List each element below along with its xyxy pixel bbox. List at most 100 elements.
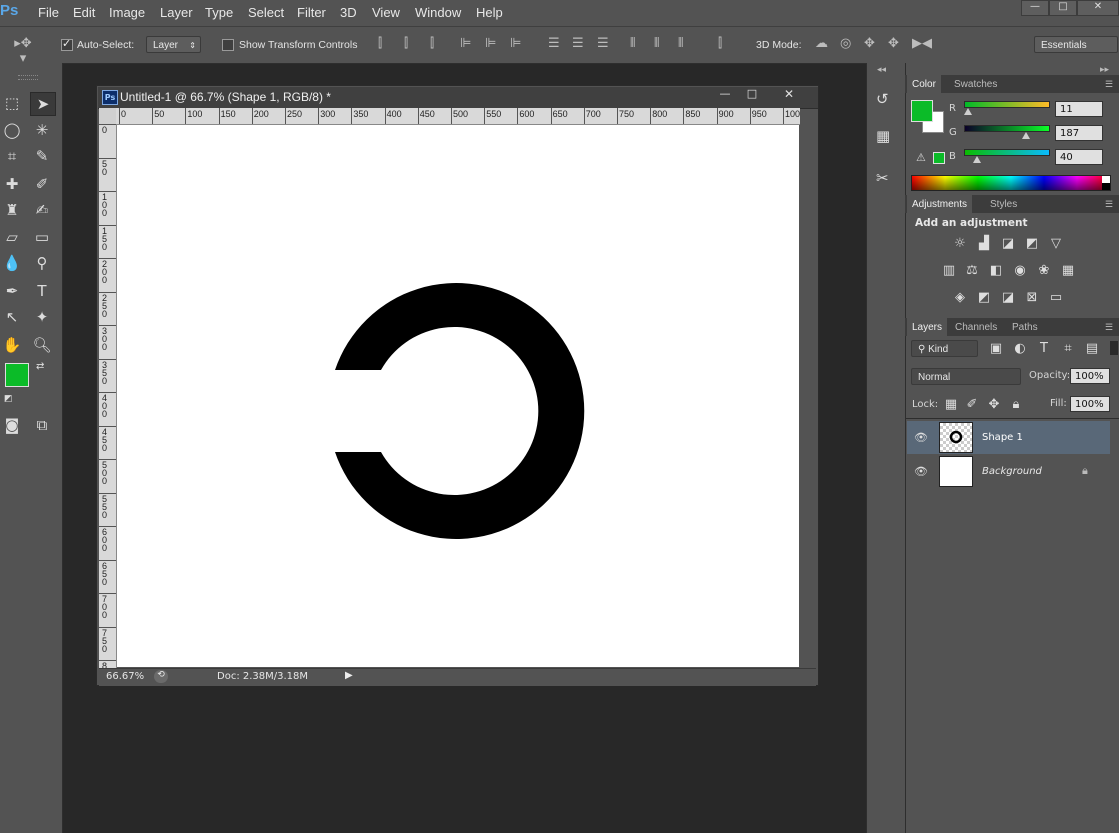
- swap-colors-icon[interactable]: ⇄: [36, 361, 44, 372]
- layer-filter-dropdown[interactable]: ⚲ Kind: [911, 340, 978, 357]
- filter-type-icon[interactable]: T: [1036, 342, 1052, 356]
- path-selection-tool-icon[interactable]: ↖: [0, 306, 24, 328]
- filter-adjustment-icon[interactable]: ◐: [1012, 342, 1028, 356]
- move-tool-icon[interactable]: ➤: [30, 92, 56, 116]
- menu-3d[interactable]: 3D: [340, 5, 357, 20]
- tab-paths[interactable]: Paths: [1007, 320, 1043, 335]
- quick-mask-icon[interactable]: ◙: [0, 414, 24, 436]
- type-tool-icon[interactable]: T: [30, 280, 54, 302]
- panel-foreground-swatch[interactable]: [911, 100, 933, 122]
- channel-g-input[interactable]: 187: [1055, 125, 1103, 141]
- menu-select[interactable]: Select: [248, 5, 284, 20]
- tools-grip[interactable]: [18, 75, 38, 80]
- eraser-tool-icon[interactable]: ▱: [0, 226, 24, 248]
- auto-select-target-dropdown[interactable]: Layer ⇕: [146, 36, 201, 53]
- lock-position-icon[interactable]: ✥: [986, 398, 1002, 412]
- lock-image-icon[interactable]: ✐: [964, 398, 980, 412]
- brush-tool-icon[interactable]: ✐: [30, 173, 54, 195]
- 3d-drag-icon[interactable]: ✥: [864, 36, 875, 51]
- zoom-level[interactable]: 66.67%: [106, 671, 144, 682]
- layer-row-background[interactable]: 👁︎ Background 🔒︎: [907, 455, 1110, 488]
- color-ramp[interactable]: [911, 175, 1111, 191]
- channel-r-thumb[interactable]: [964, 108, 972, 115]
- hand-tool-icon[interactable]: ✋: [0, 334, 24, 356]
- clone-stamp-tool-icon[interactable]: ♜: [0, 199, 24, 221]
- pen-tool-icon[interactable]: ✒: [0, 280, 24, 302]
- lasso-tool-icon[interactable]: ◯: [0, 119, 24, 141]
- custom-shape-tool-icon[interactable]: ✦: [30, 306, 54, 328]
- channel-g-thumb[interactable]: [1022, 132, 1030, 139]
- filter-toggle[interactable]: [1110, 341, 1118, 355]
- tab-swatches[interactable]: Swatches: [949, 77, 1002, 92]
- workspace-dropdown[interactable]: Essentials: [1034, 36, 1118, 53]
- threshold-icon[interactable]: ◪: [1000, 291, 1016, 305]
- lock-transparent-icon[interactable]: ▦: [943, 398, 959, 412]
- tool-presets-icon[interactable]: ✂: [876, 169, 889, 187]
- move-tool-preset-icon[interactable]: ▸✥ ▾: [10, 36, 36, 66]
- menu-image[interactable]: Image: [109, 5, 145, 20]
- brightness-contrast-icon[interactable]: ☼: [952, 237, 968, 251]
- fill-input[interactable]: 100%: [1070, 396, 1110, 412]
- doc-maximize-button[interactable]: □: [740, 87, 764, 103]
- visibility-eye-icon[interactable]: 👁︎: [914, 465, 928, 478]
- properties-panel-icon[interactable]: ▦: [876, 127, 890, 145]
- 3d-rotate-icon[interactable]: ☁: [815, 36, 828, 51]
- gradient-tool-icon[interactable]: ▭: [30, 226, 54, 248]
- curves-icon[interactable]: ◪: [1000, 237, 1016, 251]
- 3d-roll-icon[interactable]: ◎: [840, 36, 851, 51]
- gamut-swatch[interactable]: [933, 152, 945, 164]
- auto-select-checkbox[interactable]: ✓: [61, 37, 73, 51]
- channel-b-thumb[interactable]: [973, 156, 981, 163]
- channel-b-slider[interactable]: [964, 149, 1050, 156]
- gamut-warning-icon[interactable]: ⚠: [916, 151, 926, 164]
- menu-file[interactable]: File: [38, 5, 59, 20]
- photo-filter-icon[interactable]: ◉: [1012, 264, 1028, 278]
- menu-view[interactable]: View: [372, 5, 400, 20]
- filter-shape-icon[interactable]: ⌗: [1060, 342, 1076, 356]
- dodge-tool-icon[interactable]: ⚲: [30, 252, 54, 274]
- opacity-input[interactable]: 100%: [1070, 368, 1110, 384]
- channel-b-input[interactable]: 40: [1055, 149, 1103, 165]
- distribute-left-icon[interactable]: ⫴: [630, 36, 635, 51]
- align-bottom-icon[interactable]: ⫿: [430, 36, 434, 51]
- vertical-ruler[interactable]: 0 50 100 150 200 250 300 350 400 450 500 550 600 650 7…: [99, 124, 117, 668]
- tab-adjustments[interactable]: Adjustments: [907, 195, 973, 215]
- hue-saturation-icon[interactable]: ▥: [941, 264, 957, 278]
- distribute-top-icon[interactable]: ☰: [548, 36, 560, 51]
- tab-styles[interactable]: Styles: [985, 197, 1022, 212]
- align-right-icon[interactable]: ⊫: [510, 36, 521, 51]
- foreground-color-swatch[interactable]: [5, 363, 29, 387]
- auto-align-layers-icon[interactable]: ⫿: [718, 36, 722, 51]
- app-minimize-button[interactable]: —: [1021, 0, 1049, 16]
- zoom-tool-icon[interactable]: 🔍︎: [30, 334, 54, 356]
- tab-color[interactable]: Color: [907, 75, 941, 95]
- magic-wand-tool-icon[interactable]: ✳: [30, 119, 54, 141]
- doc-minimize-button[interactable]: —: [713, 87, 737, 103]
- color-balance-icon[interactable]: ⚖: [964, 264, 980, 278]
- filter-pixel-icon[interactable]: ▣: [988, 342, 1004, 356]
- tab-layers[interactable]: Layers: [907, 318, 948, 338]
- channel-mixer-icon[interactable]: ❀: [1036, 264, 1052, 278]
- channel-r-slider[interactable]: [964, 101, 1050, 108]
- channel-g-slider[interactable]: [964, 125, 1050, 132]
- align-vcenter-icon[interactable]: ⫿: [404, 36, 408, 51]
- healing-brush-tool-icon[interactable]: ✚: [0, 173, 24, 195]
- align-top-icon[interactable]: ⫿: [378, 36, 382, 51]
- layer-row-shape-1[interactable]: 👁︎ Shape 1: [907, 421, 1110, 454]
- dock-collapse-icon[interactable]: ◂◂: [877, 65, 886, 75]
- layer-name[interactable]: Background: [982, 466, 1042, 477]
- 3d-scale-icon[interactable]: ▶◀: [912, 36, 932, 51]
- adjustments-panel-menu-icon[interactable]: ☰: [1100, 197, 1118, 212]
- black-white-icon[interactable]: ◧: [988, 264, 1004, 278]
- exposure-icon[interactable]: ◩: [1024, 237, 1040, 251]
- selective-color-icon[interactable]: ⊠: [1024, 291, 1040, 305]
- menu-layer[interactable]: Layer: [160, 5, 193, 20]
- layers-panel-menu-icon[interactable]: ☰: [1100, 320, 1118, 335]
- levels-icon[interactable]: ▟: [976, 237, 992, 251]
- menu-edit[interactable]: Edit: [73, 5, 95, 20]
- posterize-icon[interactable]: ◩: [976, 291, 992, 305]
- menu-window[interactable]: Window: [415, 5, 461, 20]
- lock-all-icon[interactable]: 🔒︎: [1008, 398, 1024, 412]
- default-colors-icon[interactable]: ◩: [4, 394, 14, 404]
- tab-channels[interactable]: Channels: [950, 320, 1002, 335]
